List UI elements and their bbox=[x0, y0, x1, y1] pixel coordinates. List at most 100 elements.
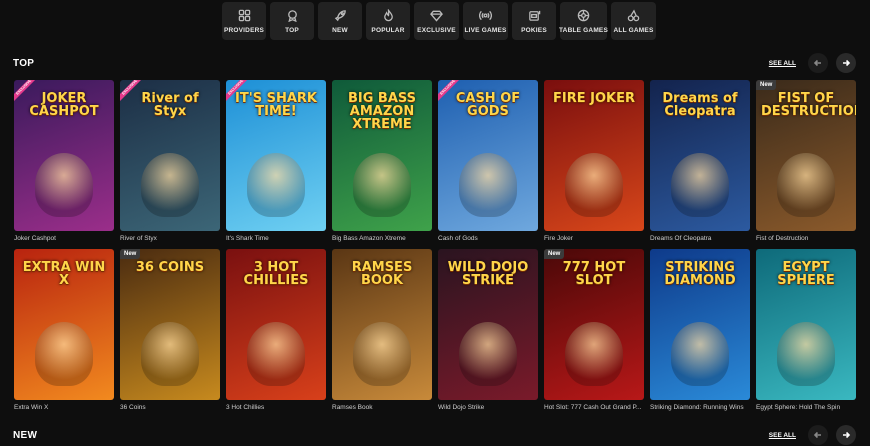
exclusive-label: EXCLUSIVE bbox=[14, 80, 38, 104]
flame-icon bbox=[382, 8, 395, 22]
game-logo-text: RAMSES BOOK bbox=[351, 260, 413, 288]
game-logo-text: EGYPT SPHERE bbox=[777, 260, 835, 288]
game-name[interactable]: Dreams Of Cleopatra bbox=[650, 235, 750, 242]
category-label: POPULAR bbox=[371, 26, 405, 34]
grid-icon bbox=[238, 9, 251, 22]
game-tile[interactable]: EXTRA WIN X Extra Win X bbox=[14, 249, 114, 411]
game-name[interactable]: Hot Slot: 777 Cash Out Grand P... bbox=[544, 404, 644, 411]
prev-arrow-button[interactable] bbox=[808, 53, 828, 73]
game-tile[interactable]: WILD DOJO STRIKE Wild Dojo Strike bbox=[438, 249, 538, 411]
game-thumbnail[interactable]: BIG BASS AMAZON XTREME bbox=[332, 80, 432, 231]
category-table-games[interactable]: TABLE GAMES bbox=[558, 2, 609, 40]
game-thumbnail[interactable]: EXTRA WIN X bbox=[14, 249, 114, 400]
game-art-figure bbox=[141, 153, 199, 217]
category-new[interactable]: NEW bbox=[318, 2, 362, 40]
game-tile[interactable]: 36 COINS New 36 Coins bbox=[120, 249, 220, 411]
game-tile[interactable]: RAMSES BOOK Ramses Book bbox=[332, 249, 432, 411]
game-thumbnail[interactable]: RAMSES BOOK bbox=[332, 249, 432, 400]
game-thumbnail[interactable]: FIST OF DESTRUCTION New bbox=[756, 80, 856, 231]
game-art-figure bbox=[35, 153, 93, 217]
game-art-figure bbox=[247, 322, 305, 386]
game-name[interactable]: Ramses Book bbox=[332, 404, 432, 411]
exclusive-ribbon: EXCLUSIVE bbox=[438, 80, 462, 104]
category-label: TABLE GAMES bbox=[558, 26, 609, 34]
game-tile[interactable]: BIG BASS AMAZON XTREME Big Bass Amazon Xt… bbox=[332, 80, 432, 242]
game-name[interactable]: It's Shark Time bbox=[226, 235, 326, 242]
game-tile[interactable]: River of Styx EXCLUSIVE River of Styx bbox=[120, 80, 220, 242]
game-art-figure bbox=[35, 322, 93, 386]
category-popular[interactable]: POPULAR bbox=[366, 2, 410, 40]
game-thumbnail[interactable]: FIRE JOKER bbox=[544, 80, 644, 231]
broadcast-icon bbox=[479, 9, 492, 22]
cherries-icon bbox=[627, 8, 640, 22]
rocket-icon bbox=[334, 9, 347, 22]
game-tile[interactable]: IT'S SHARK TIME! EXCLUSIVE It's Shark Time bbox=[226, 80, 326, 242]
game-thumbnail[interactable]: EGYPT SPHERE bbox=[756, 249, 856, 400]
game-thumbnail[interactable]: CASH OF GODS EXCLUSIVE bbox=[438, 80, 538, 231]
game-art-figure bbox=[671, 322, 729, 386]
category-label: NEW bbox=[332, 26, 348, 34]
game-art-figure bbox=[565, 153, 623, 217]
game-tile[interactable]: Dreams of Cleopatra Dreams Of Cleopatra bbox=[650, 80, 750, 242]
game-thumbnail[interactable]: Dreams of Cleopatra bbox=[650, 80, 750, 231]
section-controls: SEE ALL bbox=[769, 425, 856, 445]
game-tile[interactable]: EGYPT SPHERE Egypt Sphere: Hold The Spin bbox=[756, 249, 856, 411]
game-tile[interactable]: FIRE JOKER Fire Joker bbox=[544, 80, 644, 242]
see-all-link[interactable]: SEE ALL bbox=[769, 60, 796, 67]
category-top[interactable]: TOP bbox=[270, 2, 314, 40]
game-name[interactable]: Joker Cashpot bbox=[14, 235, 114, 242]
category-live-games[interactable]: LIVE GAMES bbox=[463, 2, 508, 40]
category-all-games[interactable]: ALL GAMES bbox=[611, 2, 656, 40]
game-tile[interactable]: CASH OF GODS EXCLUSIVE Cash of Gods bbox=[438, 80, 538, 242]
game-name[interactable]: Extra Win X bbox=[14, 404, 114, 411]
game-art-figure bbox=[247, 153, 305, 217]
game-thumbnail[interactable]: 777 HOT SLOT New bbox=[544, 249, 644, 400]
exclusive-ribbon: EXCLUSIVE bbox=[14, 80, 38, 104]
top-games-row: JOKER CASHPOT EXCLUSIVE Joker Cashpot River… bbox=[14, 80, 856, 242]
game-thumbnail[interactable]: 3 HOT CHILLIES bbox=[226, 249, 326, 400]
game-art-figure bbox=[353, 153, 411, 217]
game-name[interactable]: 36 Coins bbox=[120, 404, 220, 411]
game-logo-text: FIST OF DESTRUCTION bbox=[761, 91, 856, 119]
game-name[interactable]: Fire Joker bbox=[544, 235, 644, 242]
category-providers[interactable]: PROVIDERS bbox=[222, 2, 266, 40]
game-thumbnail[interactable]: JOKER CASHPOT EXCLUSIVE bbox=[14, 80, 114, 231]
game-name[interactable]: River of Styx bbox=[120, 235, 220, 242]
game-name[interactable]: Fist of Destruction bbox=[756, 235, 856, 242]
see-all-link[interactable]: SEE ALL bbox=[769, 432, 796, 439]
game-tile[interactable]: STRIKING DIAMOND Striking Diamond: Runnin… bbox=[650, 249, 750, 411]
new-badge: New bbox=[544, 249, 565, 259]
game-logo-text: 36 COINS bbox=[135, 260, 205, 275]
category-exclusive[interactable]: EXCLUSIVE bbox=[414, 2, 459, 40]
game-name[interactable]: Big Bass Amazon Xtreme bbox=[332, 235, 432, 242]
category-label: PROVIDERS bbox=[223, 26, 265, 34]
top-section-header: TOP SEE ALL bbox=[13, 51, 856, 75]
game-tile[interactable]: 777 HOT SLOT New Hot Slot: 777 Cash Out Gr… bbox=[544, 249, 644, 411]
game-tile[interactable]: FIST OF DESTRUCTION New Fist of Destructio… bbox=[756, 80, 856, 242]
game-tile[interactable]: 3 HOT CHILLIES 3 Hot Chillies bbox=[226, 249, 326, 411]
next-arrow-button[interactable] bbox=[836, 425, 856, 445]
game-name[interactable]: Egypt Sphere: Hold The Spin bbox=[756, 404, 856, 411]
game-logo-text: BIG BASS AMAZON XTREME bbox=[347, 91, 417, 132]
game-thumbnail[interactable]: STRIKING DIAMOND bbox=[650, 249, 750, 400]
game-thumbnail[interactable]: IT'S SHARK TIME! EXCLUSIVE bbox=[226, 80, 326, 231]
exclusive-label: EXCLUSIVE bbox=[120, 80, 144, 104]
game-art-figure bbox=[777, 322, 835, 386]
casino-lobby: PROVIDERS TOP NEW POPULAR EXCLUSIVE LIVE… bbox=[0, 0, 870, 446]
game-tile[interactable]: JOKER CASHPOT EXCLUSIVE Joker Cashpot bbox=[14, 80, 114, 242]
game-logo-text: FIRE JOKER bbox=[553, 91, 635, 106]
game-logo-text: 777 HOT SLOT bbox=[562, 260, 626, 288]
game-thumbnail[interactable]: WILD DOJO STRIKE bbox=[438, 249, 538, 400]
game-name[interactable]: Cash of Gods bbox=[438, 235, 538, 242]
category-pokies[interactable]: POKIES bbox=[512, 2, 556, 40]
next-arrow-button[interactable] bbox=[836, 53, 856, 73]
game-thumbnail[interactable]: River of Styx EXCLUSIVE bbox=[120, 80, 220, 231]
prev-arrow-button[interactable] bbox=[808, 425, 828, 445]
game-name[interactable]: Striking Diamond: Running Wins bbox=[650, 404, 750, 411]
arrow-left-icon bbox=[813, 59, 821, 67]
game-name[interactable]: 3 Hot Chillies bbox=[226, 404, 326, 411]
slot-machine-icon bbox=[528, 9, 541, 22]
category-label: POKIES bbox=[521, 26, 547, 34]
game-thumbnail[interactable]: 36 COINS New bbox=[120, 249, 220, 400]
game-name[interactable]: Wild Dojo Strike bbox=[438, 404, 538, 411]
